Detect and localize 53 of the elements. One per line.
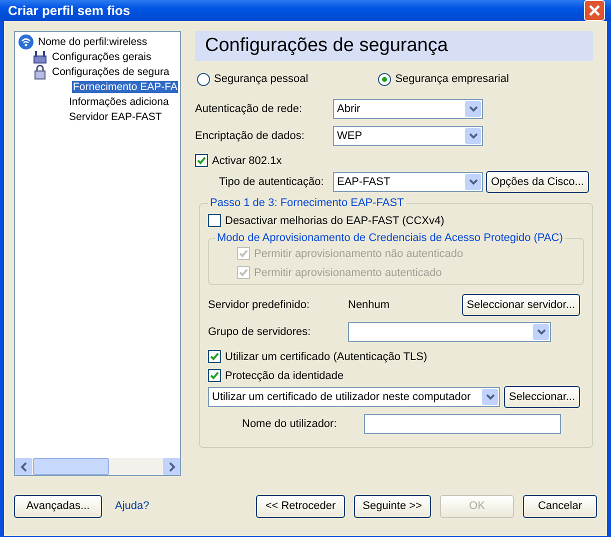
field-label: Grupo de servidores: xyxy=(208,326,312,338)
checkmark-icon xyxy=(197,156,206,165)
network-adapter-icon xyxy=(32,48,48,64)
chevron-down-icon xyxy=(536,328,546,334)
chevron-down-icon xyxy=(468,106,478,112)
field-label: Tipo de autenticação: xyxy=(218,176,325,188)
username-field[interactable] xyxy=(364,414,561,434)
checkmark-icon xyxy=(210,371,219,380)
checkbox-option[interactable]: Desactivar melhorias do EAP-FAST (CCXv4) xyxy=(208,211,584,230)
checkmark-icon xyxy=(210,352,219,361)
footer-button[interactable]: Seguinte >> xyxy=(354,494,431,518)
lock-icon xyxy=(32,64,48,80)
window-title: Criar perfil sem fios xyxy=(8,3,132,18)
checkbox-option[interactable]: Protecção da identidade xyxy=(208,366,584,385)
radio-option[interactable]: Segurança pessoal xyxy=(197,72,308,86)
help-link[interactable]: Ajuda? xyxy=(115,500,150,512)
tree-item[interactable]: Configurações gerais xyxy=(51,50,152,62)
close-icon xyxy=(588,4,601,17)
tree-item[interactable]: Informações adiciona xyxy=(68,96,170,108)
dropdown[interactable]: EAP-FAST xyxy=(333,172,483,192)
section-header: Configurações de segurança xyxy=(195,31,593,61)
group-title: Passo 1 de 3: Fornecimento EAP-FAST xyxy=(209,197,405,209)
dropdown[interactable]: WEP xyxy=(333,126,483,146)
dropdown[interactable]: Abrir xyxy=(333,98,483,118)
tree-item[interactable]: Servidor EAP-FAST xyxy=(68,110,163,122)
chevron-down-icon xyxy=(486,394,494,400)
checkbox-option[interactable]: Utilizar um certificado (Autenticação TLS) xyxy=(208,347,584,366)
field-label: Nome do utilizador: xyxy=(241,418,338,430)
close-button[interactable] xyxy=(584,0,605,21)
checkmark-icon xyxy=(239,249,248,258)
checkbox-option[interactable]: Activar 802.1x xyxy=(195,151,593,170)
select-button[interactable]: Seleccionar... xyxy=(504,386,580,408)
chevron-down-icon xyxy=(468,178,478,184)
field-label: Encriptação de dados: xyxy=(195,130,306,142)
dropdown[interactable]: Utilizar um certificado de utilizador neste computador xyxy=(208,386,500,406)
tree-item[interactable]: Nome do perfil:wireless xyxy=(37,36,148,48)
group-title: Modo de Aprovisionamento de Credenciais de Acesso Protegido (PAC) xyxy=(216,232,564,244)
radio-option[interactable]: Segurança empresarial xyxy=(378,72,509,86)
footer-button[interactable]: Cancelar xyxy=(523,494,597,518)
advanced-button[interactable]: Avançadas... xyxy=(14,494,102,518)
field-label: Autenticação de rede: xyxy=(195,102,304,114)
horizontal-scrollbar[interactable] xyxy=(15,458,180,475)
cisco-options-button[interactable]: Opções da Cisco... xyxy=(486,170,589,192)
tree-item[interactable]: Fornecimento EAP-FA xyxy=(72,80,178,92)
wireless-icon xyxy=(18,34,34,50)
select-server-button[interactable]: Seleccionar servidor... xyxy=(462,294,580,316)
field-label: Servidor predefinido: xyxy=(208,298,311,310)
checkmark-icon xyxy=(239,268,248,277)
tree-item[interactable]: Configurações de segura xyxy=(51,66,170,78)
dropdown[interactable] xyxy=(348,322,551,342)
field-value: Nenhum xyxy=(348,298,391,310)
chevron-down-icon xyxy=(468,132,478,138)
footer-button[interactable]: << Retroceder xyxy=(256,494,345,518)
